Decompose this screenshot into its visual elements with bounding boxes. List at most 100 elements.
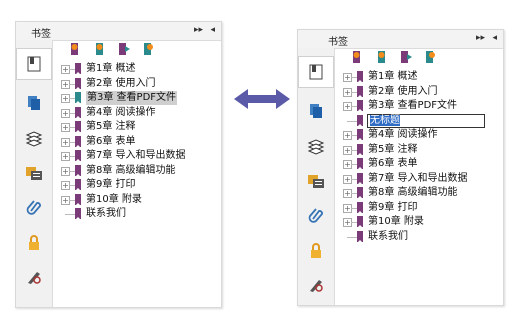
- layers-icon: [307, 139, 325, 155]
- bookmark-item[interactable]: + 第5章 注释: [335, 143, 495, 157]
- bookmark-page-icon: [309, 64, 323, 80]
- bookmark-item[interactable]: + 第5章 注释: [53, 120, 213, 134]
- bookmark-label: 第6章 表单: [86, 135, 136, 147]
- bookmark-item[interactable]: + 第7章 导入和导出数据: [53, 149, 213, 163]
- bookmark-item[interactable]: + 第8章 高级编辑功能: [53, 164, 213, 178]
- bookmark-label: 第10章 附录: [368, 216, 424, 227]
- delete-bookmark-button[interactable]: [93, 42, 107, 56]
- bookmark-icon: [357, 129, 363, 141]
- panel-titlebar: 书签 ▸▸ ◂: [298, 30, 503, 49]
- bookmark-item[interactable]: + 第4章 阅读操作: [335, 128, 495, 142]
- delete-bookmark-button[interactable]: [375, 50, 389, 64]
- expand-bookmark-button[interactable]: [117, 42, 131, 56]
- collapse-panel-button[interactable]: ◂: [210, 25, 215, 35]
- attachment-icon: [26, 200, 41, 215]
- pages-tab-button[interactable]: [16, 88, 52, 118]
- pages-icon: [310, 104, 322, 118]
- bookmarks-tab-button[interactable]: [298, 56, 334, 88]
- bookmark-item[interactable]: + 第4章 阅读操作: [53, 106, 213, 120]
- bookmark-icon: [357, 143, 363, 156]
- bookmark-options-icon: [144, 43, 153, 55]
- bookmark-icon: [357, 158, 363, 170]
- expand-panel-button[interactable]: ▸▸: [476, 33, 485, 43]
- comments-icon: [308, 175, 324, 188]
- bookmark-label: 第5章 注释: [86, 121, 136, 132]
- bookmark-item[interactable]: 联系我们: [335, 230, 495, 244]
- bookmark-item[interactable]: + 第8章 高级编辑功能: [335, 186, 495, 200]
- selected-text: 无标题: [370, 114, 400, 126]
- tree-connector: [347, 236, 357, 238]
- bookmark-label: 联系我们: [86, 208, 126, 219]
- lock-icon: [311, 243, 321, 258]
- security-tab-button[interactable]: [16, 228, 52, 258]
- bookmark-icon: [75, 77, 81, 90]
- bookmark-item[interactable]: + 第6章 表单: [53, 135, 213, 149]
- collapse-panel-button[interactable]: ◂: [492, 33, 497, 43]
- bookmark-item[interactable]: + 第7章 导入和导出数据: [335, 172, 495, 186]
- bookmark-icon: [75, 135, 81, 148]
- bookmark-label: 第8章 高级编辑功能: [368, 187, 458, 198]
- bookmark-icon: [75, 208, 81, 220]
- comments-tab-button[interactable]: [16, 158, 52, 188]
- bookmark-item[interactable]: + 第1章 概述: [53, 62, 213, 76]
- bookmark-icon: [357, 187, 363, 199]
- attachments-tab-button[interactable]: [298, 200, 334, 230]
- new-bookmark-button[interactable]: [350, 50, 364, 64]
- bookmark-item[interactable]: + 第6章 表单: [335, 157, 495, 171]
- bookmark-options-button[interactable]: [423, 50, 437, 64]
- bookmark-label: 第1章 概述: [86, 63, 136, 74]
- layers-tab-button[interactable]: [16, 124, 52, 154]
- bookmarks-tab-button[interactable]: [16, 48, 52, 80]
- bookmark-item[interactable]: + 第3章 查看PDF文件: [53, 91, 213, 105]
- layers-tab-button[interactable]: [298, 132, 334, 162]
- bookmark-rename-input[interactable]: 无标题: [367, 113, 485, 128]
- bookmark-icon: [357, 230, 363, 243]
- bookmark-options-button[interactable]: [141, 42, 155, 56]
- bookmark-item[interactable]: 联系我们: [53, 207, 213, 221]
- bookmark-item[interactable]: + 第9章 打印: [53, 178, 213, 192]
- bookmark-icon: [357, 114, 363, 127]
- expand-bookmark-button[interactable]: [399, 50, 413, 64]
- bookmark-label: 第4章 阅读操作: [368, 129, 438, 140]
- layers-icon: [25, 131, 43, 147]
- attachment-icon: [308, 208, 323, 223]
- bookmark-item[interactable]: + 第3章 查看PDF文件: [335, 99, 495, 113]
- security-tab-button[interactable]: [298, 236, 334, 266]
- sign-icon: [28, 272, 41, 284]
- bookmark-item[interactable]: 无标题: [335, 113, 495, 128]
- bookmark-item[interactable]: + 第1章 概述: [335, 70, 495, 84]
- bookmark-toolbar: [53, 40, 221, 58]
- pages-tab-button[interactable]: [298, 96, 334, 126]
- navigation-strip: [16, 40, 53, 307]
- bookmark-label: 第9章 打印: [86, 179, 136, 190]
- bookmark-item[interactable]: + 第2章 使用入门: [335, 85, 495, 99]
- attachments-tab-button[interactable]: [16, 192, 52, 222]
- sign-icon: [310, 280, 323, 292]
- bookmark-icon: [357, 85, 363, 98]
- expand-panel-button[interactable]: ▸▸: [194, 25, 203, 35]
- bookmark-icon: [357, 100, 363, 112]
- comments-tab-button[interactable]: [298, 166, 334, 196]
- bookmark-label: 第2章 使用入门: [86, 77, 156, 89]
- lock-icon: [29, 235, 39, 250]
- bookmark-icon: [75, 92, 81, 104]
- signatures-tab-button[interactable]: [298, 270, 334, 300]
- bookmark-icon: [75, 63, 81, 75]
- bookmark-icon: [75, 106, 81, 119]
- expand-bookmark-icon: [119, 43, 130, 55]
- expand-bookmark-icon: [401, 51, 412, 63]
- bookmark-item[interactable]: + 第2章 使用入门: [53, 77, 213, 91]
- panel-titlebar: 书签 ▸▸ ◂: [16, 22, 221, 41]
- bookmark-item[interactable]: + 第10章 附录: [53, 193, 213, 207]
- bookmark-item[interactable]: + 第9章 打印: [335, 201, 495, 215]
- bookmark-label: 第3章 查看PDF文件: [86, 91, 178, 105]
- signatures-tab-button[interactable]: [16, 262, 52, 292]
- bookmark-label: 第9章 打印: [368, 201, 418, 213]
- bookmark-label: 第2章 使用入门: [368, 85, 438, 97]
- bookmark-item[interactable]: + 第10章 附录: [335, 215, 495, 229]
- bookmark-icon: [75, 193, 81, 206]
- bookmark-icon: [357, 71, 363, 83]
- new-bookmark-button[interactable]: [68, 42, 82, 56]
- new-bookmark-icon: [71, 43, 78, 55]
- bookmarks-panel-after: 书签 ▸▸ ◂ + 第1章 概述 + 第2章 使用入门 + 第3章 查看PDF文…: [297, 29, 504, 306]
